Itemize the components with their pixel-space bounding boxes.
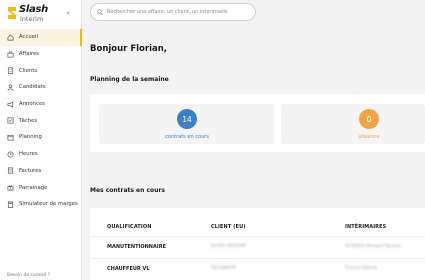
contracts-table: QUALIFICATION CLIENT (EU) INTÉRIMAIRES M… [90, 208, 425, 280]
sidebar-item-candidats[interactable]: Candidats [0, 79, 82, 96]
brand-subtitle: interim [20, 15, 44, 23]
sidebar-nav: Accueil Affaires Clients Candidats Annon… [0, 29, 82, 213]
absence-count: 0 [366, 114, 372, 124]
contracts-count: 14 [182, 114, 192, 124]
checklist-icon [7, 117, 14, 124]
cell-client: TECHNISTE [211, 266, 237, 271]
sidebar-item-label: Clients [19, 67, 38, 74]
clock-icon [7, 151, 14, 158]
sidebar-item-label: Annonces [19, 101, 45, 108]
topbar [82, 0, 425, 26]
sidebar-item-label: Heures [19, 151, 38, 158]
briefcase-icon [7, 51, 14, 58]
logo[interactable]: Slash interim [6, 4, 52, 24]
absence-stat[interactable]: 0 absence [281, 104, 425, 144]
sidebar-item-planning[interactable]: Planning [0, 129, 82, 146]
sidebar-item-label: Tâches [19, 117, 38, 124]
logo-icon [8, 7, 16, 19]
invoice-icon [7, 167, 14, 174]
sidebar-item-clients[interactable]: Clients [0, 62, 82, 79]
sidebar-item-label: Parrainage [19, 184, 48, 191]
help-link[interactable]: Besoin de conseil ? [7, 273, 50, 278]
home-icon [7, 34, 14, 41]
cell-worker[interactable]: AI QUÉSI Renaud Yassine [345, 244, 401, 249]
column-header-interimaires[interactable]: INTÉRIMAIRES [345, 224, 386, 230]
megaphone-icon [7, 100, 14, 108]
planning-section-title: Planning de la semaine [90, 76, 169, 83]
main-content: Bonjour Florian, Planning de la semaine … [82, 26, 425, 280]
contracts-stat[interactable]: 14 contrats en cours [99, 104, 275, 144]
row-divider [90, 236, 425, 237]
table-row[interactable]: CHAUFFEUR VL TECHNISTE Francis Djimet [90, 258, 425, 280]
building-icon [7, 67, 14, 75]
cell-client: SLASH INTERIM [211, 244, 246, 249]
cell-qualification: MANUTENTIONNAIRE [107, 244, 166, 250]
cell-qualification: CHAUFFEUR VL [107, 266, 150, 272]
cell-worker[interactable]: Francis Djimet [345, 266, 377, 271]
page-title: Bonjour Florian, [90, 44, 168, 54]
sidebar: Slash interim « Accueil Affaires Clients [0, 0, 82, 280]
search-icon [97, 9, 103, 15]
column-header-client[interactable]: CLIENT (EU) [211, 224, 246, 230]
calendar-icon [7, 134, 14, 141]
sidebar-item-label: Accueil [19, 34, 38, 41]
contracts-section-title: Mes contrats en cours [90, 187, 165, 194]
contracts-count-badge: 14 [177, 109, 197, 129]
sidebar-item-label: Planning [19, 134, 42, 141]
search-input[interactable] [107, 9, 255, 15]
sidebar-item-label: Simulateur de marges [19, 201, 78, 208]
sidebar-item-label: Factures [19, 167, 42, 174]
gift-icon [7, 184, 14, 191]
sidebar-item-label: Affaires [19, 51, 40, 58]
user-icon [7, 84, 14, 91]
sidebar-item-annonces[interactable]: Annonces [0, 96, 82, 113]
sidebar-item-simulateur[interactable]: Simulateur de marges [0, 196, 82, 213]
collapse-sidebar-button[interactable]: « [66, 9, 70, 17]
sidebar-item-factures[interactable]: Factures [0, 163, 82, 180]
sidebar-item-affaires[interactable]: Affaires [0, 46, 82, 63]
search-bar[interactable] [90, 3, 256, 21]
column-header-qualification[interactable]: QUALIFICATION [107, 224, 152, 230]
calculator-icon [7, 201, 14, 208]
row-divider [90, 258, 425, 259]
contracts-stat-label: contrats en cours [165, 134, 209, 140]
sidebar-item-taches[interactable]: Tâches [0, 112, 82, 129]
planning-card: 14 contrats en cours 0 absence [90, 94, 425, 152]
sidebar-item-heures[interactable]: Heures [0, 146, 82, 163]
table-row[interactable]: MANUTENTIONNAIRE SLASH INTERIM AI QUÉSI … [90, 236, 425, 258]
brand-name: Slash [19, 4, 48, 15]
absence-stat-label: absence [358, 134, 380, 140]
absence-count-badge: 0 [359, 109, 379, 129]
sidebar-item-label: Candidats [19, 84, 46, 91]
sidebar-item-parrainage[interactable]: Parrainage [0, 179, 82, 196]
sidebar-item-accueil[interactable]: Accueil [0, 29, 82, 46]
help-link-label: Besoin de conseil ? [7, 273, 51, 278]
